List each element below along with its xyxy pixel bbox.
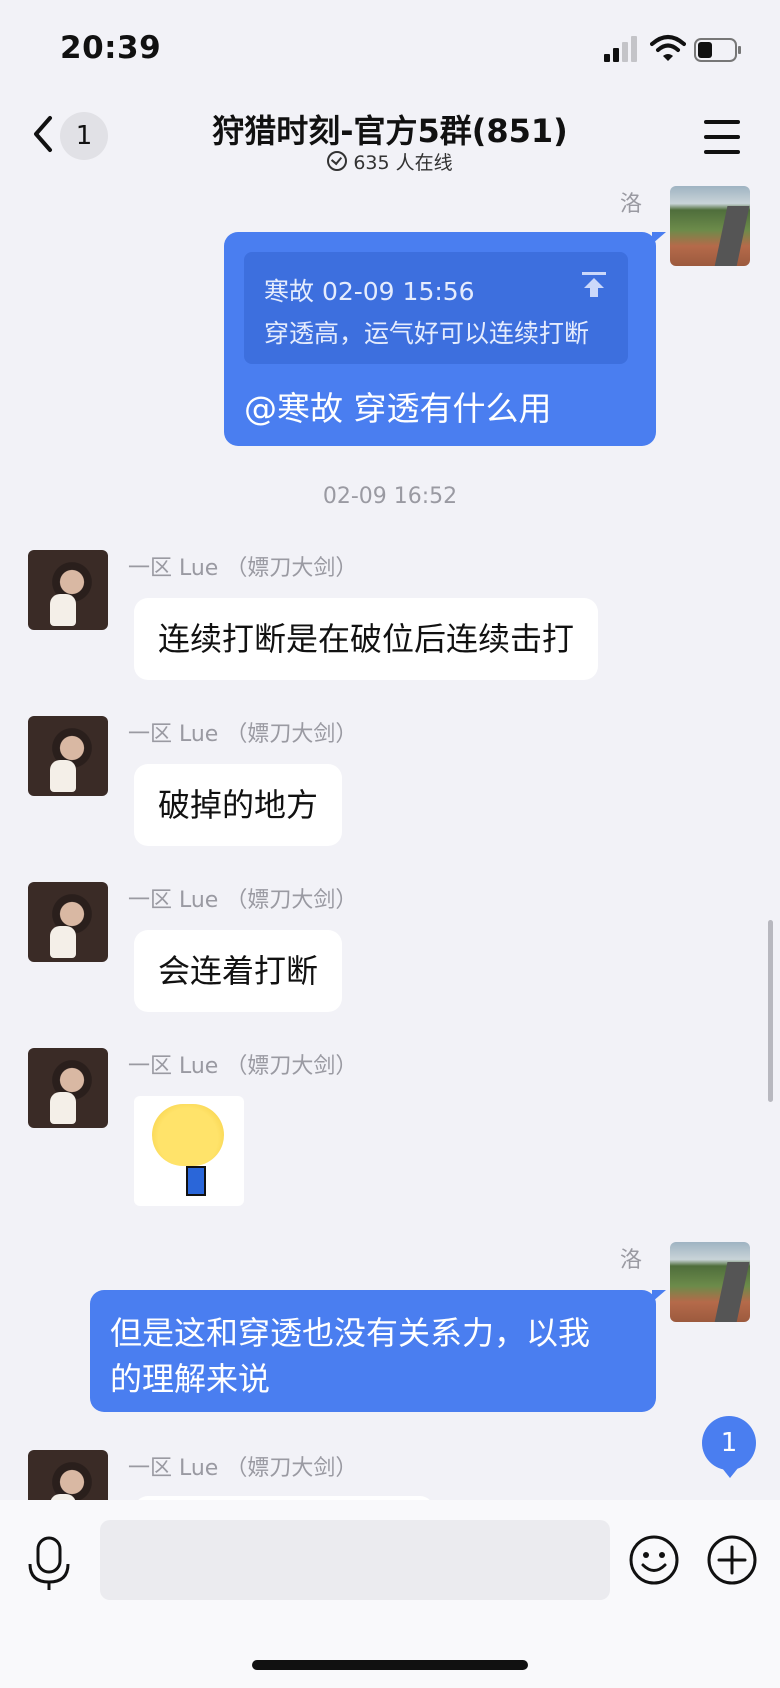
chat-message-list[interactable]: 洛 寒故 02-09 15:56 穿透高，运气好可以连续打断 @寒故 穿透有什么… bbox=[0, 186, 780, 1500]
wifi-icon bbox=[650, 35, 686, 61]
battery-icon bbox=[694, 38, 741, 62]
sender-name: 洛 bbox=[620, 1248, 643, 1273]
avatar[interactable] bbox=[28, 550, 108, 630]
online-count-text: 635 人在线 bbox=[353, 152, 453, 174]
signal-icon bbox=[604, 36, 637, 62]
message-input[interactable] bbox=[100, 1520, 610, 1600]
online-status-icon bbox=[327, 151, 348, 171]
sender-name: 一区 Lue （嫖刀大剑） bbox=[128, 888, 358, 913]
cup-icon bbox=[186, 1166, 206, 1196]
clock: 20:39 bbox=[60, 30, 162, 66]
message-bubble-reply[interactable]: 寒故 02-09 15:56 穿透高，运气好可以连续打断 @寒故 穿透有什么用 bbox=[224, 232, 666, 446]
message-text: @寒故 穿透有什么用 bbox=[244, 389, 552, 428]
message-bubble-outgoing[interactable]: 但是这和穿透也没有关系力，以我 的理解来说 bbox=[90, 1290, 666, 1412]
sticker-image[interactable] bbox=[134, 1096, 244, 1206]
nav-bar: 1 狩猎时刻-官方5群(851) 635 人在线 bbox=[0, 96, 780, 186]
avatar[interactable] bbox=[28, 1048, 108, 1128]
avatar[interactable] bbox=[670, 1242, 750, 1322]
status-bar: 20:39 bbox=[0, 0, 780, 96]
sender-name: 一区 Lue （嫖刀大剑） bbox=[128, 1054, 358, 1079]
mic-icon[interactable] bbox=[26, 1536, 72, 1592]
sender-name: 一区 Lue （嫖刀大剑） bbox=[128, 722, 358, 747]
message-bubble[interactable]: 会连着打断 bbox=[134, 930, 343, 1012]
new-messages-badge[interactable]: 1 bbox=[702, 1416, 756, 1478]
menu-icon[interactable] bbox=[704, 120, 740, 154]
message-bubble[interactable]: 连续打断是在破位后连续击打 bbox=[134, 598, 599, 680]
message-text-line: 但是这和穿透也没有关系力，以我 bbox=[110, 1314, 591, 1352]
quoted-message[interactable]: 寒故 02-09 15:56 穿透高，运气好可以连续打断 bbox=[244, 252, 628, 364]
sender-name: 洛 bbox=[620, 192, 643, 217]
pin-top-icon[interactable] bbox=[580, 270, 608, 298]
scrollbar[interactable] bbox=[768, 920, 773, 1102]
quoted-message-text: 穿透高，运气好可以连续打断 bbox=[264, 319, 590, 348]
sender-name: 一区 Lue （嫖刀大剑） bbox=[128, 556, 358, 581]
avatar[interactable] bbox=[28, 716, 108, 796]
emoji-icon[interactable] bbox=[628, 1534, 680, 1586]
input-bar bbox=[0, 1500, 780, 1688]
online-count[interactable]: 635 人在线 bbox=[0, 148, 780, 175]
timestamp: 02-09 16:52 bbox=[322, 484, 458, 509]
avatar[interactable] bbox=[28, 1450, 108, 1500]
chat-title[interactable]: 狩猎时刻-官方5群(851) bbox=[0, 106, 780, 152]
sender-name: 一区 Lue （嫖刀大剑） bbox=[128, 1456, 358, 1481]
smiley-face-icon bbox=[152, 1104, 224, 1166]
home-indicator[interactable] bbox=[252, 1660, 528, 1670]
avatar[interactable] bbox=[28, 882, 108, 962]
message-bubble[interactable]: 破掉的地方 bbox=[134, 764, 343, 846]
avatar[interactable] bbox=[670, 186, 750, 266]
message-text-line: 的理解来说 bbox=[110, 1360, 271, 1398]
plus-icon[interactable] bbox=[706, 1534, 758, 1586]
quoted-message-meta: 寒故 02-09 15:56 bbox=[264, 277, 475, 306]
